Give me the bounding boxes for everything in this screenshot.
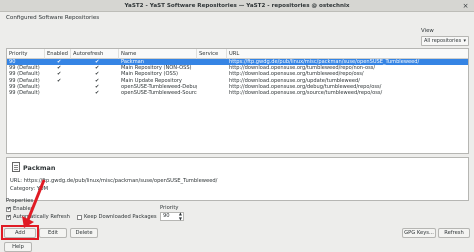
gpg-keys-button[interactable]: GPG Keys... — [402, 228, 436, 238]
keep-packages-label: Keep Downloaded Packages — [84, 214, 157, 220]
column-header-service[interactable]: Service — [197, 49, 227, 59]
help-button[interactable]: Help — [4, 242, 32, 252]
cell-name: openSUSE-Tumbleweed-Source — [121, 90, 197, 96]
view-select[interactable]: All repositories ▾ — [421, 36, 469, 46]
priority-spinbox[interactable]: 90 ▲ ▼ — [160, 211, 184, 221]
column-header-url[interactable]: URL — [227, 49, 468, 59]
priority-label: Priority — [160, 205, 179, 211]
table-row[interactable]: 99 (Default) ✔ openSUSE-Tumbleweed-Sourc… — [7, 90, 468, 96]
close-icon[interactable]: × — [461, 2, 470, 10]
column-header-autorefresh[interactable]: Autorefresh — [71, 49, 119, 59]
cell-enabled — [45, 90, 71, 96]
column-header-priority[interactable]: Priority — [7, 49, 45, 59]
keep-packages-checkbox[interactable] — [77, 215, 82, 220]
cell-service — [197, 90, 227, 96]
view-label: View — [421, 28, 434, 34]
column-header-enabled[interactable]: Enabled — [45, 49, 71, 59]
autorefresh-checkbox[interactable] — [6, 214, 11, 220]
chevron-down-icon: ▾ — [463, 38, 466, 44]
spin-arrows-icon[interactable]: ▲ ▼ — [179, 211, 182, 221]
enabled-checkbox[interactable] — [6, 206, 11, 212]
cell-url: http://download.opensuse.org/source/tumb… — [229, 90, 383, 96]
repositories-table[interactable]: Priority Enabled Autorefresh Name Servic… — [6, 48, 469, 154]
window-title: YaST2 - YaST Software Repositories — YaS… — [124, 3, 350, 9]
document-icon — [12, 162, 20, 172]
column-header-name[interactable]: Name — [119, 49, 197, 59]
view-select-value: All repositories — [424, 38, 462, 44]
delete-button[interactable]: Delete — [70, 228, 98, 238]
pointer-arrow-icon — [22, 179, 46, 228]
details-repo-name: Packman — [23, 164, 56, 172]
repository-details: Packman URL: https://ftp.gwdg.de/pub/lin… — [6, 157, 469, 201]
cell-priority: 99 (Default) — [9, 90, 40, 96]
edit-button[interactable]: Edit — [39, 228, 67, 238]
cell-autorefresh: ✔ — [95, 90, 100, 96]
page-heading: Configured Software Repositories — [6, 15, 100, 21]
refresh-button[interactable]: Refresh — [438, 228, 470, 238]
priority-value: 90 — [163, 213, 170, 219]
